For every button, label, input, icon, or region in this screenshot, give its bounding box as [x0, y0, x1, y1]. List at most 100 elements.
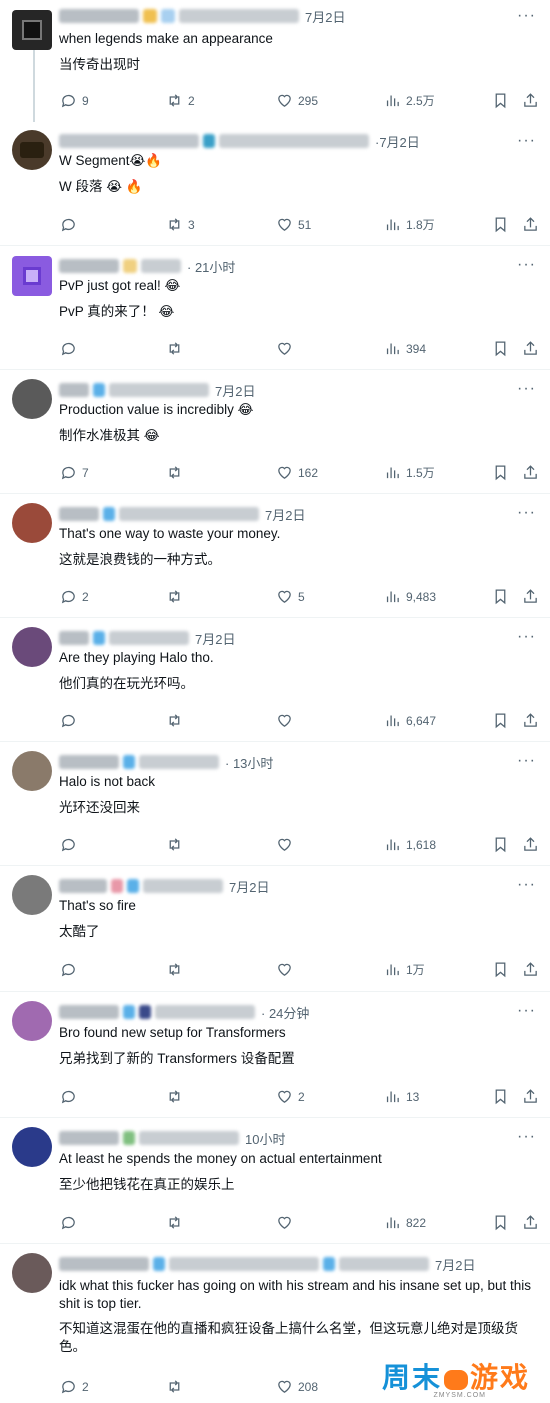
- views-button[interactable]: 1,618: [384, 836, 436, 853]
- like-button[interactable]: 2: [276, 1088, 305, 1105]
- post-time[interactable]: 7月2日: [265, 505, 305, 524]
- post[interactable]: · 13小时 ··· Halo is not back 光环还没回来 1,618: [0, 742, 550, 866]
- username-blurred[interactable]: [59, 9, 139, 23]
- share-button[interactable]: [522, 464, 544, 481]
- post-time[interactable]: ·7月2日: [375, 132, 420, 151]
- like-button[interactable]: 5: [276, 588, 305, 605]
- bookmark-button[interactable]: [492, 961, 514, 978]
- bookmark-button[interactable]: [492, 836, 514, 853]
- more-icon[interactable]: ···: [517, 876, 536, 894]
- repost-button[interactable]: [166, 1088, 188, 1105]
- bookmark-button[interactable]: [492, 712, 514, 729]
- views-button[interactable]: 822: [384, 1214, 426, 1231]
- views-button[interactable]: 394: [384, 340, 426, 357]
- repost-button[interactable]: [166, 961, 188, 978]
- repost-button[interactable]: 3: [166, 216, 195, 233]
- avatar[interactable]: [12, 751, 52, 791]
- like-button[interactable]: 208: [276, 1378, 318, 1395]
- post-time[interactable]: 7月2日: [305, 7, 345, 26]
- like-button[interactable]: [276, 1214, 298, 1231]
- bookmark-button[interactable]: [492, 340, 514, 357]
- post-time[interactable]: 7月2日: [229, 877, 269, 896]
- reply-button[interactable]: [60, 216, 82, 233]
- more-icon[interactable]: ···: [517, 256, 536, 274]
- bookmark-button[interactable]: [492, 588, 514, 605]
- avatar[interactable]: [12, 1253, 52, 1293]
- post[interactable]: 7月2日 ··· Production value is incredibly …: [0, 370, 550, 494]
- post[interactable]: · 21小时 ··· PvP just got real! 😂 PvP 真的来了…: [0, 246, 550, 370]
- reply-button[interactable]: [60, 836, 82, 853]
- share-button[interactable]: [522, 588, 544, 605]
- reply-button[interactable]: 9: [60, 92, 89, 109]
- username-blurred[interactable]: [59, 1131, 119, 1145]
- share-button[interactable]: [522, 216, 544, 233]
- username-blurred[interactable]: [59, 134, 199, 148]
- more-icon[interactable]: ···: [517, 504, 536, 522]
- bookmark-button[interactable]: [492, 1088, 514, 1105]
- more-icon[interactable]: ···: [517, 380, 536, 398]
- like-button[interactable]: [276, 961, 298, 978]
- username-blurred[interactable]: [59, 1005, 119, 1019]
- like-button[interactable]: [276, 340, 298, 357]
- avatar[interactable]: [12, 1001, 52, 1041]
- reply-button[interactable]: [60, 712, 82, 729]
- reply-button[interactable]: 2: [60, 1378, 89, 1395]
- views-button[interactable]: 6,647: [384, 712, 436, 729]
- share-button[interactable]: [522, 836, 544, 853]
- reply-button[interactable]: [60, 1088, 82, 1105]
- share-button[interactable]: [522, 712, 544, 729]
- repost-button[interactable]: [166, 1214, 188, 1231]
- username-blurred[interactable]: [59, 383, 89, 397]
- username-blurred[interactable]: [59, 259, 119, 273]
- like-button[interactable]: 295: [276, 92, 318, 109]
- reply-button[interactable]: 2: [60, 588, 89, 605]
- post-time[interactable]: · 21小时: [187, 257, 235, 276]
- post-time[interactable]: 10小时: [245, 1129, 285, 1148]
- avatar[interactable]: [12, 627, 52, 667]
- reply-button[interactable]: [60, 340, 82, 357]
- more-icon[interactable]: ···: [517, 1128, 536, 1146]
- views-button[interactable]: 1.5万: [384, 464, 435, 481]
- post[interactable]: 7月2日 ··· That's so fire 太酷了 1万: [0, 866, 550, 992]
- share-button[interactable]: [522, 92, 544, 109]
- post-time[interactable]: 7月2日: [215, 381, 255, 400]
- share-button[interactable]: [522, 1214, 544, 1231]
- views-button[interactable]: 1万: [384, 961, 425, 978]
- repost-button[interactable]: [166, 836, 188, 853]
- username-blurred[interactable]: [59, 1257, 149, 1271]
- username-blurred[interactable]: [59, 631, 89, 645]
- repost-button[interactable]: 2: [166, 92, 195, 109]
- post-time[interactable]: 7月2日: [435, 1255, 475, 1274]
- more-icon[interactable]: ···: [517, 1002, 536, 1020]
- like-button[interactable]: 162: [276, 464, 318, 481]
- share-button[interactable]: [522, 340, 544, 357]
- more-icon[interactable]: ···: [517, 752, 536, 770]
- like-button[interactable]: [276, 836, 298, 853]
- bookmark-button[interactable]: [492, 216, 514, 233]
- bookmark-button[interactable]: [492, 464, 514, 481]
- reply-button[interactable]: 7: [60, 464, 89, 481]
- avatar[interactable]: [12, 503, 52, 543]
- repost-button[interactable]: [166, 464, 188, 481]
- username-blurred[interactable]: [59, 507, 99, 521]
- share-button[interactable]: [522, 961, 544, 978]
- post-time[interactable]: · 24分钟: [261, 1003, 309, 1022]
- bookmark-button[interactable]: [492, 1214, 514, 1231]
- avatar[interactable]: [12, 10, 52, 50]
- repost-button[interactable]: [166, 588, 188, 605]
- reply-button[interactable]: [60, 1214, 82, 1231]
- avatar[interactable]: [12, 130, 52, 170]
- post[interactable]: 10小时 ··· At least he spends the money on…: [0, 1118, 550, 1244]
- repost-button[interactable]: [166, 1378, 188, 1395]
- more-icon[interactable]: ···: [517, 7, 536, 25]
- bookmark-button[interactable]: [492, 92, 514, 109]
- username-blurred[interactable]: [59, 755, 119, 769]
- post[interactable]: 7月2日 ··· Are they playing Halo tho. 他们真的…: [0, 618, 550, 742]
- views-button[interactable]: 9,483: [384, 588, 436, 605]
- like-button[interactable]: 51: [276, 216, 311, 233]
- post[interactable]: ·7月2日 ··· W Segment😭🔥 W 段落 😭 🔥 3 51 1.8万: [0, 122, 550, 246]
- post[interactable]: · 24分钟 ··· Bro found new setup for Trans…: [0, 992, 550, 1118]
- more-icon[interactable]: ···: [517, 132, 536, 150]
- avatar[interactable]: [12, 875, 52, 915]
- post[interactable]: 7月2日 ··· That's one way to waste your mo…: [0, 494, 550, 618]
